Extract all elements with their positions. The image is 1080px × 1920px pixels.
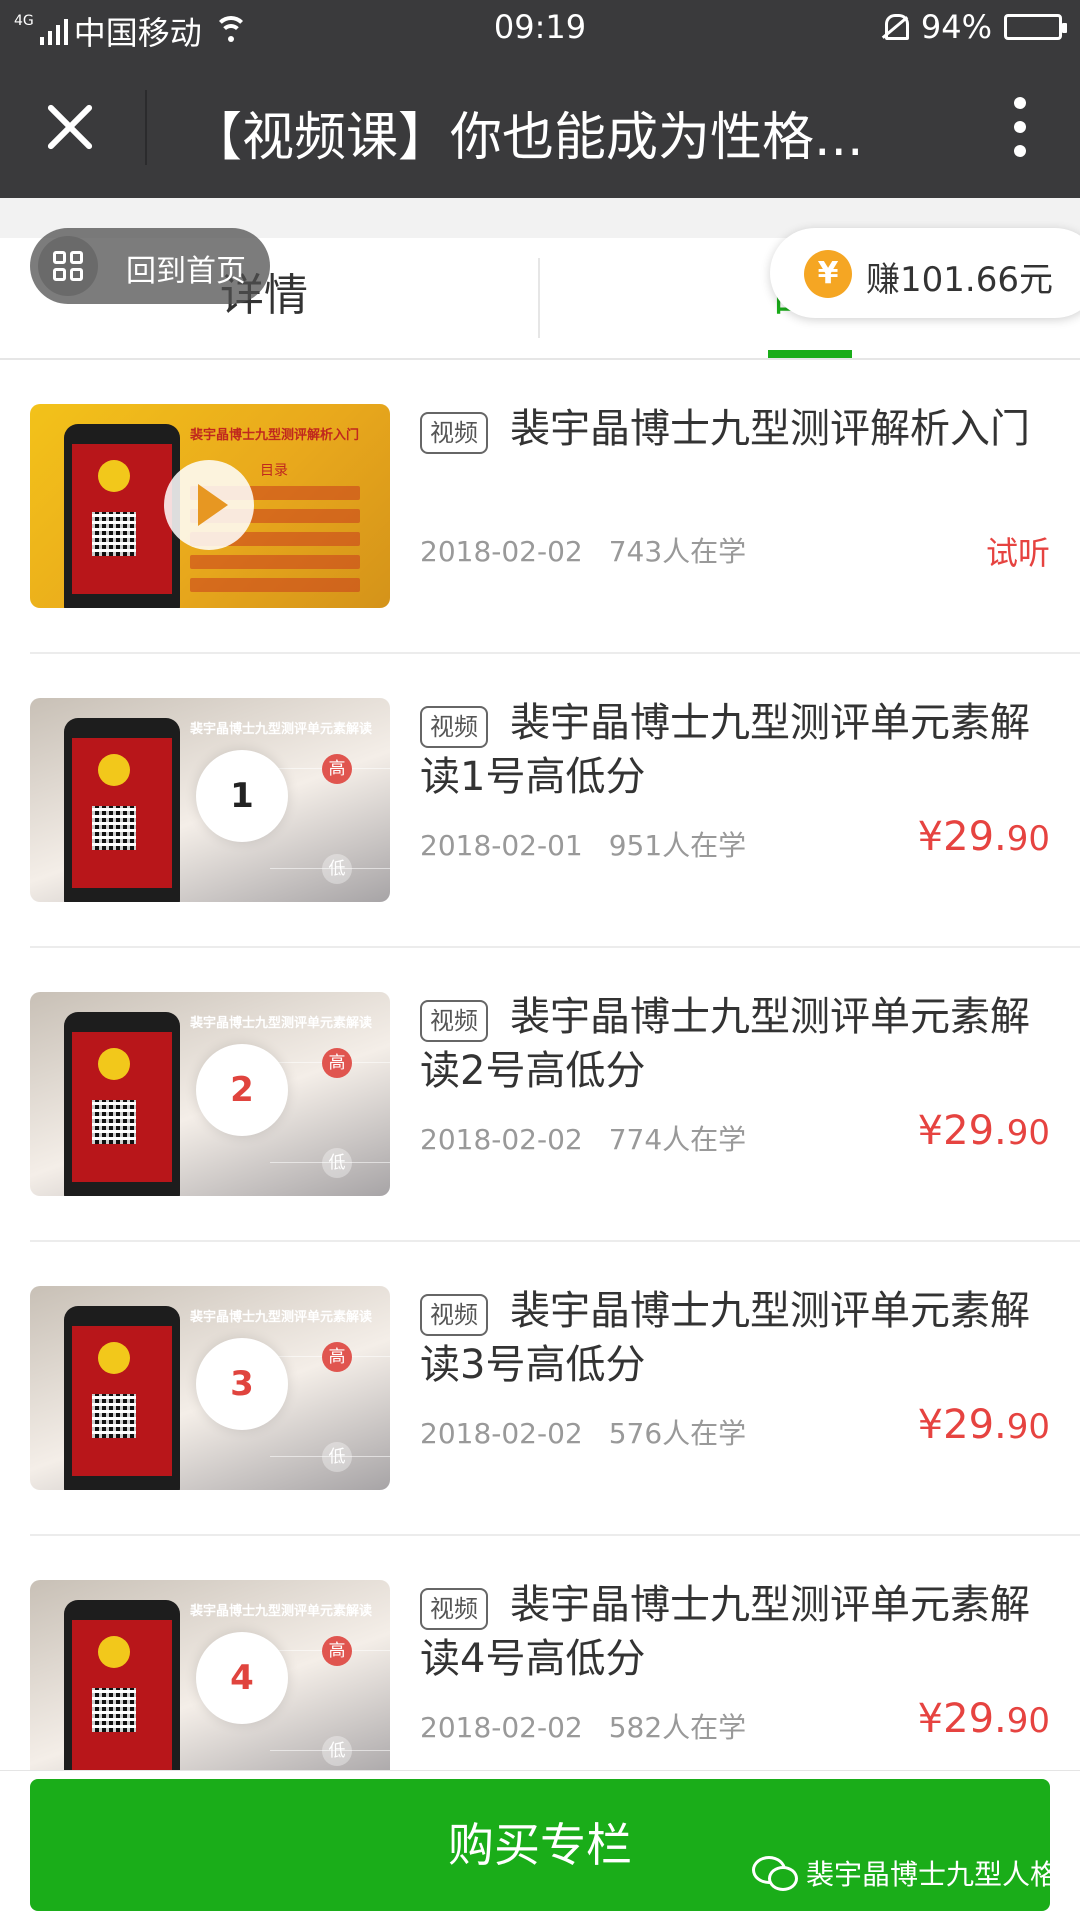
price-main: ¥29. bbox=[917, 1108, 1007, 1154]
course-title: 裴宇晶博士九型测评解析入门 bbox=[510, 406, 1030, 452]
phone-illustration bbox=[64, 1306, 180, 1490]
trial-link[interactable]: 试听 bbox=[986, 528, 1050, 574]
earn-commission-button[interactable]: ¥ 赚101.66元 bbox=[770, 228, 1080, 318]
back-home-button[interactable]: 回到首页 bbox=[30, 228, 270, 304]
video-thumbnail[interactable]: 裴宇晶博士九型测评单元素解读 2 高 低 bbox=[30, 992, 390, 1196]
course-meta: 2018-02-02 582人在学 bbox=[420, 1706, 746, 1746]
thumbnail-number: 4 bbox=[196, 1632, 288, 1724]
video-thumbnail[interactable]: 裴宇晶博士九型测评单元素解读 4 高 低 bbox=[30, 1580, 390, 1770]
course-date: 2018-02-02 bbox=[420, 1711, 583, 1744]
course-price: ¥29.90 bbox=[918, 814, 1050, 860]
video-thumbnail[interactable]: 裴宇晶博士九型测评单元素解读 1 高 低 bbox=[30, 698, 390, 902]
high-badge: 高 bbox=[322, 1636, 352, 1666]
grid-icon bbox=[38, 236, 98, 296]
price-decimal: 90 bbox=[1006, 1113, 1050, 1153]
price-main: ¥29. bbox=[917, 814, 1007, 860]
high-badge: 高 bbox=[322, 754, 352, 784]
price-decimal: 90 bbox=[1006, 1407, 1050, 1447]
video-thumbnail[interactable]: 裴宇晶博士九型测评解析入门 目录 bbox=[30, 404, 390, 608]
course-meta: 2018-02-02 774人在学 bbox=[420, 1118, 746, 1158]
course-meta: 2018-02-01 951人在学 bbox=[420, 824, 746, 864]
battery-icon bbox=[1004, 14, 1067, 40]
student-count: 774人在学 bbox=[608, 1123, 747, 1156]
low-badge: 低 bbox=[322, 1736, 352, 1766]
high-badge: 高 bbox=[322, 1048, 352, 1078]
thumbnail-title: 裴宇晶博士九型测评单元素解读 bbox=[190, 1604, 373, 1619]
play-icon[interactable] bbox=[164, 460, 254, 550]
thumbnail-title: 裴宇晶博士九型测评单元素解读 bbox=[190, 1310, 373, 1325]
video-thumbnail[interactable]: 裴宇晶博士九型测评单元素解读 3 高 低 bbox=[30, 1286, 390, 1490]
student-count: 576人在学 bbox=[608, 1417, 747, 1450]
list-item[interactable]: 裴宇晶博士九型测评单元素解读 1 高 低 视频 裴宇晶博士九型测评单元素解读1号… bbox=[0, 654, 1080, 948]
price-decimal: 90 bbox=[1006, 1701, 1050, 1741]
low-badge: 低 bbox=[322, 854, 352, 884]
course-date: 2018-02-02 bbox=[420, 535, 583, 568]
tab-divider bbox=[538, 258, 540, 338]
thumbnail-title: 裴宇晶博士九型测评单元素解读 bbox=[190, 1016, 373, 1031]
course-price: ¥29.90 bbox=[918, 1402, 1050, 1448]
course-list: 裴宇晶博士九型测评解析入门 目录 视频 裴宇晶博士九型测评解析入门 2018-0… bbox=[0, 360, 1080, 1770]
high-badge: 高 bbox=[322, 1342, 352, 1372]
course-title: 裴宇晶博士九型测评单元素解读2号高低分 bbox=[420, 994, 1030, 1094]
phone-illustration bbox=[64, 718, 180, 902]
bottom-bar: 购买专栏 裴宇晶博士九型人格 bbox=[0, 1770, 1080, 1920]
course-title: 裴宇晶博士九型测评单元素解读1号高低分 bbox=[420, 700, 1030, 800]
thumbnail-number: 2 bbox=[196, 1044, 288, 1136]
price-main: ¥29. bbox=[917, 1402, 1007, 1448]
price-main: ¥29. bbox=[917, 1696, 1007, 1742]
course-date: 2018-02-02 bbox=[420, 1123, 583, 1156]
yen-coin-icon: ¥ bbox=[804, 250, 852, 298]
list-item[interactable]: 裴宇晶博士九型测评单元素解读 4 高 低 视频 裴宇晶博士九型测评单元素解读4号… bbox=[0, 1536, 1080, 1770]
list-item[interactable]: 裴宇晶博士九型测评解析入门 目录 视频 裴宇晶博士九型测评解析入门 2018-0… bbox=[0, 360, 1080, 654]
list-item[interactable]: 裴宇晶博士九型测评单元素解读 3 高 低 视频 裴宇晶博士九型测评单元素解读3号… bbox=[0, 1242, 1080, 1536]
thumbnail-title: 裴宇晶博士九型测评解析入门 bbox=[190, 428, 360, 443]
phone-illustration bbox=[64, 424, 180, 608]
mute-bell-icon bbox=[881, 12, 909, 42]
more-menu-icon[interactable] bbox=[1010, 97, 1030, 157]
earn-label: 赚101.66元 bbox=[866, 260, 1053, 300]
low-badge: 低 bbox=[322, 1148, 352, 1178]
page-title: 【视频课】你也能成为性格... bbox=[190, 108, 864, 168]
thumbnail-menu-label: 目录 bbox=[260, 463, 288, 479]
student-count: 743人在学 bbox=[608, 535, 747, 568]
status-bar: 4G 中国移动 09:19 94% bbox=[0, 0, 1080, 55]
wechat-icon bbox=[752, 1856, 798, 1891]
course-date: 2018-02-02 bbox=[420, 1417, 583, 1450]
thumbnail-number: 3 bbox=[196, 1338, 288, 1430]
course-meta: 2018-02-02 576人在学 bbox=[420, 1412, 746, 1452]
list-item[interactable]: 裴宇晶博士九型测评单元素解读 2 高 低 视频 裴宇晶博士九型测评单元素解读2号… bbox=[0, 948, 1080, 1242]
tab-active-indicator bbox=[768, 350, 852, 358]
nav-bar: 【视频课】你也能成为性格... bbox=[0, 55, 1080, 198]
nav-divider bbox=[145, 90, 147, 165]
watermark-text: 裴宇晶博士九型人格 bbox=[806, 1858, 1059, 1891]
course-meta: 2018-02-02 743人在学 bbox=[420, 530, 746, 570]
course-title: 裴宇晶博士九型测评单元素解读4号高低分 bbox=[420, 1582, 1030, 1682]
course-price: ¥29.90 bbox=[918, 1108, 1050, 1154]
back-home-label: 回到首页 bbox=[126, 254, 246, 289]
low-badge: 低 bbox=[322, 1442, 352, 1472]
thumbnail-number: 1 bbox=[196, 750, 288, 842]
thumbnail-title: 裴宇晶博士九型测评单元素解读 bbox=[190, 722, 373, 737]
phone-illustration bbox=[64, 1600, 180, 1770]
student-count: 951人在学 bbox=[608, 829, 747, 862]
price-decimal: 90 bbox=[1006, 819, 1050, 859]
battery-percent: 94% bbox=[920, 8, 992, 46]
course-title: 裴宇晶博士九型测评单元素解读3号高低分 bbox=[420, 1288, 1030, 1388]
student-count: 582人在学 bbox=[608, 1711, 747, 1744]
course-date: 2018-02-01 bbox=[420, 829, 583, 862]
account-watermark: 裴宇晶博士九型人格 bbox=[752, 1853, 1058, 1893]
course-price: ¥29.90 bbox=[918, 1696, 1050, 1742]
close-icon[interactable] bbox=[40, 97, 100, 157]
phone-illustration bbox=[64, 1012, 180, 1196]
